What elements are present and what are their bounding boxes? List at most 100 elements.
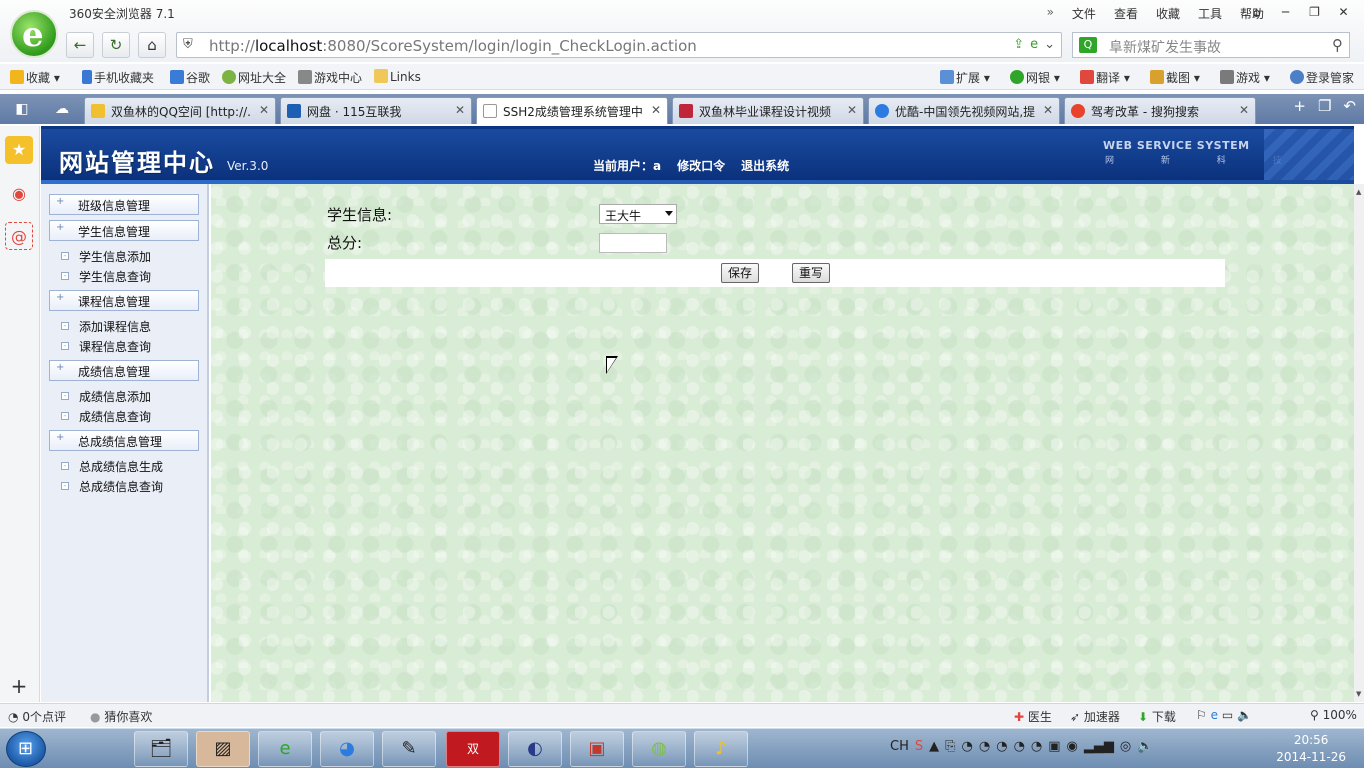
start-button[interactable]: ⊞	[6, 731, 46, 767]
volume-icon[interactable]: 🔈	[1237, 708, 1252, 722]
close-tab-icon[interactable]: ✕	[1239, 103, 1249, 117]
nav-item-score-query[interactable]: - 成绩信息查询	[61, 408, 151, 425]
tab-ssh2[interactable]: SSH2成绩管理系统管理中 ✕	[476, 97, 668, 124]
restore-icon[interactable]: ❐	[1300, 3, 1329, 21]
toolbar-games[interactable]: 游戏 ▾	[1220, 69, 1270, 86]
reset-button[interactable]: 重写	[792, 263, 830, 283]
nav-item-student-add[interactable]: - 学生信息添加	[61, 248, 151, 265]
new-tab-icon[interactable]: +	[1293, 97, 1306, 115]
search-box[interactable]: Q 阜新煤矿发生事故 ⚲	[1072, 32, 1350, 58]
ie-mode-icon[interactable]: e	[1030, 37, 1038, 52]
toolbar-translate[interactable]: 翻译 ▾	[1080, 69, 1130, 86]
tray-qq-icon[interactable]: ◔	[996, 739, 1007, 754]
dropdown-icon[interactable]: ⌄	[1044, 37, 1055, 52]
nav-item-course-add[interactable]: - 添加课程信息	[61, 318, 151, 335]
sogou-ime-icon[interactable]: S	[915, 739, 923, 754]
nav-group-course[interactable]: + 课程信息管理	[49, 290, 199, 311]
tab-list-icon[interactable]: ❐	[1318, 97, 1331, 115]
vertical-scrollbar[interactable]: ▲ ▼	[1354, 184, 1364, 702]
photo-app-icon[interactable]: ▨	[196, 731, 250, 767]
toolbar-extensions[interactable]: 扩展 ▾	[940, 69, 990, 86]
notepad-app-icon[interactable]: ✎	[382, 731, 436, 767]
eclipse-app-icon[interactable]: ◐	[508, 731, 562, 767]
bookmark-links[interactable]: Links	[374, 69, 421, 84]
download-status[interactable]: ⬇ 下载	[1138, 708, 1176, 725]
nav-item-total-query[interactable]: - 总成绩信息查询	[61, 478, 163, 495]
toolbar-screenshot[interactable]: 截图 ▾	[1150, 69, 1200, 86]
save-button[interactable]: 保存	[721, 263, 759, 283]
back-button[interactable]: ←	[66, 32, 94, 58]
tray-qq-icon[interactable]: ◔	[1031, 739, 1042, 754]
nav-item-course-query[interactable]: - 课程信息查询	[61, 338, 151, 355]
tab-115[interactable]: 网盘 · 115互联我 ✕	[280, 97, 472, 124]
accelerator-status[interactable]: ➶ 加速器	[1070, 708, 1120, 725]
menu-file[interactable]: 文件	[1072, 5, 1096, 22]
tray-qq-icon[interactable]: ◔	[962, 739, 973, 754]
skin-icon[interactable]: ⌂	[1242, 3, 1271, 21]
total-score-input[interactable]	[599, 233, 667, 253]
close-tab-icon[interactable]: ✕	[1043, 103, 1053, 117]
undo-close-icon[interactable]: ↶	[1343, 97, 1356, 115]
weibo-icon[interactable]: ◉	[5, 180, 33, 208]
scroll-up-icon[interactable]: ▲	[1356, 188, 1361, 196]
mail-icon[interactable]: @	[5, 222, 33, 250]
share-icon[interactable]: ⇪	[1013, 37, 1024, 52]
comments-status[interactable]: ◔ 0个点评	[8, 708, 66, 725]
powerpoint-app-icon[interactable]: ▣	[570, 731, 624, 767]
tab-youku[interactable]: 优酷-中国领先视频网站,提 ✕	[868, 97, 1060, 124]
refresh-button[interactable]: ↻	[102, 32, 130, 58]
address-text[interactable]: http://localhost:8080/ScoreSystem/login/…	[209, 37, 697, 55]
toolbar-bank[interactable]: 网银 ▾	[1010, 69, 1060, 86]
signal-icon[interactable]: ▂▄▆	[1084, 739, 1114, 754]
clock[interactable]: 20:56 2014-11-26	[1276, 732, 1346, 766]
favorites-star-icon[interactable]: ★	[5, 136, 33, 164]
music-app-icon[interactable]: ♪	[694, 731, 748, 767]
nav-item-score-add[interactable]: - 成绩信息添加	[61, 388, 151, 405]
search-icon[interactable]: ⚲	[1332, 36, 1343, 54]
logout-link[interactable]: 退出系统	[741, 157, 789, 174]
tab-sogou[interactable]: 驾考改革 - 搜狗搜索 ✕	[1064, 97, 1256, 124]
close-tab-icon[interactable]: ✕	[259, 103, 269, 117]
menu-view[interactable]: 查看	[1114, 5, 1138, 22]
scroll-down-icon[interactable]: ▼	[1356, 690, 1361, 698]
add-sidebar-icon[interactable]: +	[5, 672, 33, 700]
shuangyulin-app-icon[interactable]: 双	[446, 731, 500, 767]
cloud-icon[interactable]: ☁	[44, 96, 80, 122]
close-tab-icon[interactable]: ✕	[651, 103, 661, 117]
browser-360-app-icon[interactable]: e	[258, 731, 312, 767]
nav-item-student-query[interactable]: - 学生信息查询	[61, 268, 151, 285]
bookmark-games[interactable]: 游戏中心	[298, 69, 362, 86]
guess-like-status[interactable]: ● 猜你喜欢	[90, 708, 152, 725]
bookmark-mobile[interactable]: 手机收藏夹	[82, 69, 154, 86]
bookmark-favorites[interactable]: 收藏 ▾	[10, 69, 60, 86]
tray-app-icon[interactable]: ▣	[1048, 739, 1060, 754]
bookmark-google[interactable]: 谷歌	[170, 69, 210, 86]
qq-app-icon[interactable]: ◕	[320, 731, 374, 767]
menu-favorites[interactable]: 收藏	[1156, 5, 1180, 22]
tray-wifi-icon[interactable]: ◎	[1120, 739, 1131, 754]
student-select[interactable]: 王大牛	[599, 204, 677, 224]
search-engine-icon[interactable]: Q	[1079, 37, 1097, 53]
nav-group-class[interactable]: + 班级信息管理	[49, 194, 199, 215]
tray-360-icon[interactable]: ◉	[1067, 739, 1078, 754]
chat-app-icon[interactable]: ◍	[632, 731, 686, 767]
tray-network-icon[interactable]: ⎘	[945, 739, 955, 754]
tray-qq-icon[interactable]: ◔	[1014, 739, 1025, 754]
nav-group-score[interactable]: + 成绩信息管理	[49, 360, 199, 381]
nav-group-student[interactable]: + 学生信息管理	[49, 220, 199, 241]
window-icon[interactable]: ▭	[1222, 708, 1233, 722]
home-button[interactable]: ⌂	[138, 32, 166, 58]
ime-indicator[interactable]: CH	[890, 739, 909, 754]
search-placeholder[interactable]: 阜新煤矿发生事故	[1109, 37, 1221, 57]
minimize-icon[interactable]: ─	[1271, 3, 1300, 21]
explorer-app-icon[interactable]: 🗂	[134, 731, 188, 767]
doctor-status[interactable]: ✚ 医生	[1014, 708, 1052, 725]
menu-chevron-icon[interactable]: »	[1047, 5, 1054, 22]
tray-expand-icon[interactable]: ▲	[929, 739, 939, 754]
speaker-icon[interactable]: 🔈	[1137, 739, 1153, 754]
zoom-status[interactable]: ⚲ 100%	[1310, 708, 1357, 722]
menu-tools[interactable]: 工具	[1198, 5, 1222, 22]
nav-group-total-score[interactable]: + 总成绩信息管理	[49, 430, 199, 451]
ie-icon[interactable]: e	[1211, 708, 1218, 722]
close-tab-icon[interactable]: ✕	[455, 103, 465, 117]
